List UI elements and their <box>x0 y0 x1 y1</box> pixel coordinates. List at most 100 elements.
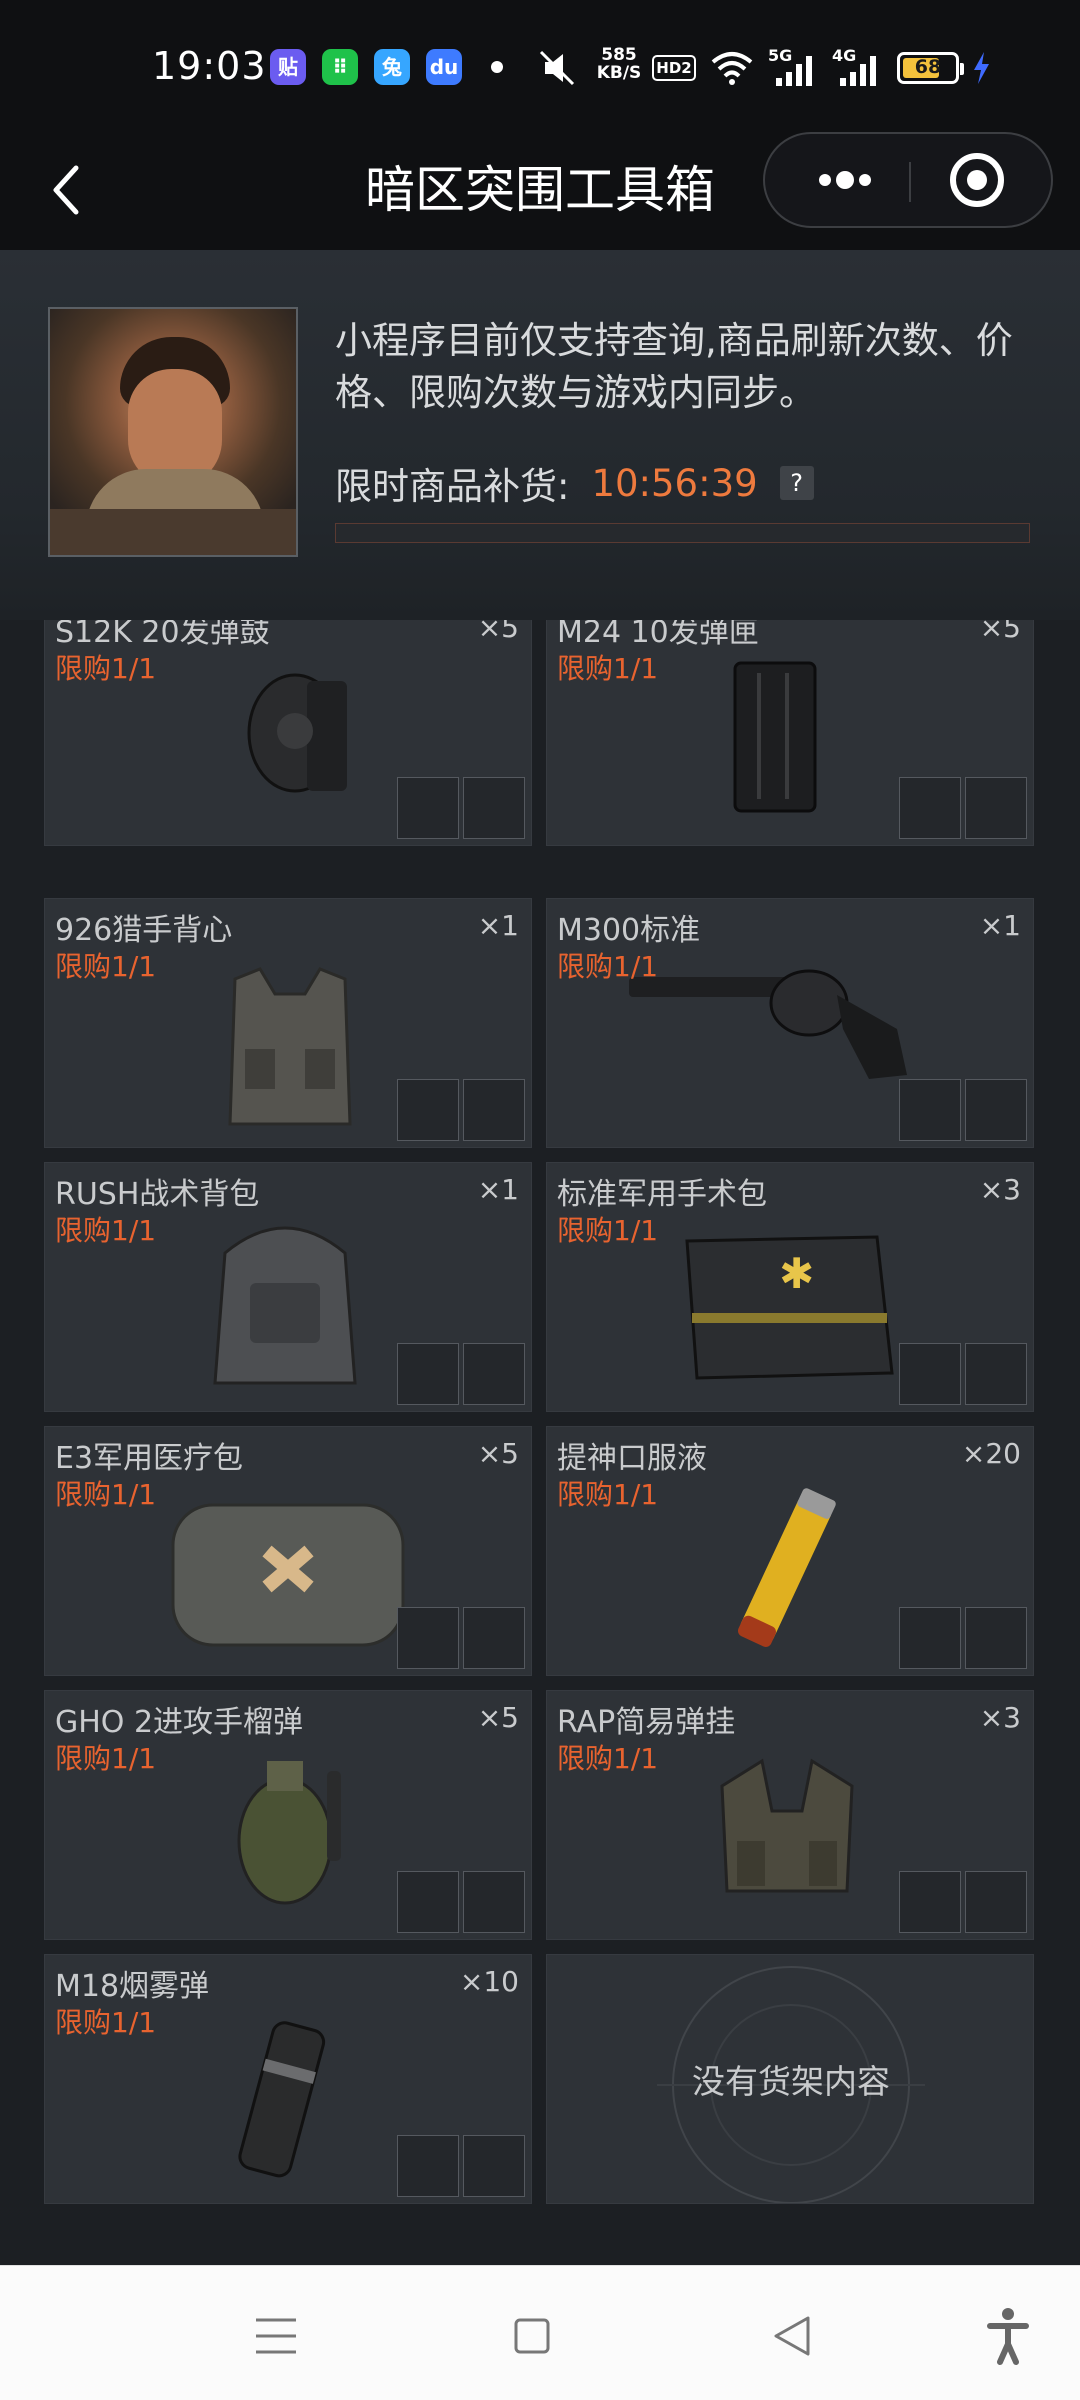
cost-item-flashlight-icon <box>899 1079 961 1141</box>
cost-item-bottle-icon <box>397 1343 459 1405</box>
item-name: 标准军用手术包 <box>557 1177 767 1212</box>
cost-item-scissors-icon <box>463 1607 525 1669</box>
cost-item-mouse-icon <box>899 1871 961 1933</box>
info-header: 小程序目前仅支持查询,商品刷新次数、价格、限购次数与游戏内同步。 限时商品补货:… <box>0 250 1080 620</box>
empty-shelf-slot: 没有货架内容 <box>546 1954 1034 2204</box>
item-card[interactable]: M300标准 限购1/1 ×1 <box>546 898 1034 1148</box>
item-name: M300标准 <box>557 913 701 948</box>
battery-level: 68 <box>914 56 942 78</box>
purchase-limit: 限购1/1 <box>557 950 659 983</box>
more-notifications-icon <box>491 61 503 73</box>
cost-item-tape-icon <box>965 1079 1027 1141</box>
cost-item-bottle-icon <box>965 1871 1027 1933</box>
purchase-limit: 限购1/1 <box>55 1742 157 1775</box>
restock-progress-bar <box>335 523 1030 543</box>
cost-item-vest-icon <box>397 1079 459 1141</box>
hd-icon: HD2 <box>652 55 696 81</box>
purchase-limit: 限购1/1 <box>55 1214 157 1247</box>
cost-item-pliers-icon <box>965 777 1027 839</box>
item-name: E3军用医疗包 <box>55 1441 244 1476</box>
signal-icon <box>840 56 876 86</box>
purchase-limit: 限购1/1 <box>557 1214 659 1247</box>
item-quantity: ×5 <box>477 1701 519 1734</box>
item-quantity: ×3 <box>979 1173 1021 1206</box>
item-card[interactable]: RUSH战术背包 限购1/1 ×1 <box>44 1162 532 1412</box>
more-dots-icon[interactable] <box>793 134 893 226</box>
battery-icon: 68 <box>897 52 964 84</box>
app-notification-icon: du <box>426 49 462 85</box>
item-card[interactable]: GHO 2进攻手榴弹 限购1/1 ×5 <box>44 1690 532 1940</box>
cost-item-vest-icon <box>397 2135 459 2197</box>
svg-text:✱: ✱ <box>779 1249 814 1298</box>
purchase-limit: 限购1/1 <box>55 950 157 983</box>
net-speed: 585 KB/S <box>596 45 642 83</box>
item-name: GHO 2进攻手榴弹 <box>55 1705 304 1740</box>
item-name: RUSH战术背包 <box>55 1177 260 1212</box>
item-quantity: ×1 <box>979 909 1021 942</box>
charging-icon <box>974 52 989 84</box>
purchase-limit: 限购1/1 <box>55 1478 157 1511</box>
item-quantity: ×5 <box>477 620 519 644</box>
page-title: 暗区突围工具箱 <box>365 161 715 219</box>
item-quantity: ×3 <box>979 1701 1021 1734</box>
restock-countdown: 10:56:39 <box>591 461 758 505</box>
accessibility-icon[interactable] <box>968 2296 1048 2376</box>
item-quantity: ×10 <box>459 1965 519 1998</box>
item-quantity: ×5 <box>477 1437 519 1470</box>
cost-item-bottle-icon <box>899 1607 961 1669</box>
item-card[interactable]: 提神口服液 限购1/1 ×20 <box>546 1426 1034 1676</box>
cost-item-pliers-icon <box>463 1871 525 1933</box>
item-card[interactable]: ✱ 标准军用手术包 限购1/1 ×3 <box>546 1162 1034 1412</box>
item-name: 提神口服液 <box>557 1441 707 1476</box>
back-button[interactable] <box>40 152 96 228</box>
cost-item-bottle-icon <box>463 2135 525 2197</box>
shop-item-grid: S12K 20发弹鼓 限购1/1 ×5 M24 10发弹匣 限购1/1 ×5 9… <box>0 620 1080 2265</box>
help-icon[interactable]: ? <box>779 466 814 500</box>
menu-icon[interactable] <box>236 2296 316 2376</box>
wifi-icon <box>711 52 753 85</box>
cost-item-filter-icon <box>899 1343 961 1405</box>
item-name: M18烟雾弹 <box>55 1969 210 2004</box>
item-quantity: ×1 <box>477 1173 519 1206</box>
item-card[interactable]: RAP简易弹挂 限购1/1 ×3 <box>546 1690 1034 1940</box>
item-card[interactable]: S12K 20发弹鼓 限购1/1 ×5 <box>44 620 532 846</box>
back-triangle-icon[interactable] <box>752 2296 832 2376</box>
purchase-limit: 限购1/1 <box>557 652 659 685</box>
item-quantity: ×5 <box>979 620 1021 644</box>
item-card[interactable]: 926猎手背心 限购1/1 ×1 <box>44 898 532 1148</box>
empty-shelf-text: 没有货架内容 <box>692 2062 890 2101</box>
item-card[interactable]: M18烟雾弹 限购1/1 ×10 <box>44 1954 532 2204</box>
mini-program-capsule <box>763 132 1053 228</box>
item-quantity: ×20 <box>961 1437 1021 1470</box>
status-bar: 19:03 贴 ⠿ 兔 du 585 KB/S HD2 5G 4G 68 <box>0 0 1080 130</box>
restock-label: 限时商品补货: <box>335 465 570 508</box>
purchase-limit: 限购1/1 <box>557 1742 659 1775</box>
system-navigation-bar <box>0 2265 1080 2400</box>
cost-item-syringe-icon <box>397 1607 459 1669</box>
purchase-limit: 限购1/1 <box>55 652 157 685</box>
item-card[interactable]: E3军用医疗包 限购1/1 ×5 <box>44 1426 532 1676</box>
cost-item-charger-icon <box>965 1607 1027 1669</box>
item-card[interactable]: M24 10发弹匣 限购1/1 ×5 <box>546 620 1034 846</box>
home-square-icon[interactable] <box>492 2296 572 2376</box>
app-notification-icon: 贴 <box>270 49 306 85</box>
purchase-limit: 限购1/1 <box>557 1478 659 1511</box>
target-close-icon[interactable] <box>927 134 1027 226</box>
cost-item-mouse-icon <box>463 1343 525 1405</box>
notice-text: 小程序目前仅支持查询,商品刷新次数、价格、限购次数与游戏内同步。 <box>335 319 1013 414</box>
item-name: RAP简易弹挂 <box>557 1705 736 1740</box>
cost-item-cloth-icon <box>397 777 459 839</box>
purchase-limit: 限购1/1 <box>55 2006 157 2039</box>
cost-item-soap-icon <box>463 777 525 839</box>
cost-item-banknotes-icon <box>965 1343 1027 1405</box>
app-notification-icon: ⠿ <box>322 49 358 85</box>
cost-item-document-icon <box>463 1079 525 1141</box>
item-name: 926猎手背心 <box>55 913 233 948</box>
app-notification-icon: 兔 <box>374 49 410 85</box>
cost-item-kit-icon <box>397 1871 459 1933</box>
signal-icon <box>776 56 812 86</box>
restock-row: 限时商品补货: 10:56:39 ? <box>335 455 814 511</box>
mute-icon <box>539 50 575 86</box>
status-time: 19:03 <box>152 44 267 88</box>
item-quantity: ×1 <box>477 909 519 942</box>
